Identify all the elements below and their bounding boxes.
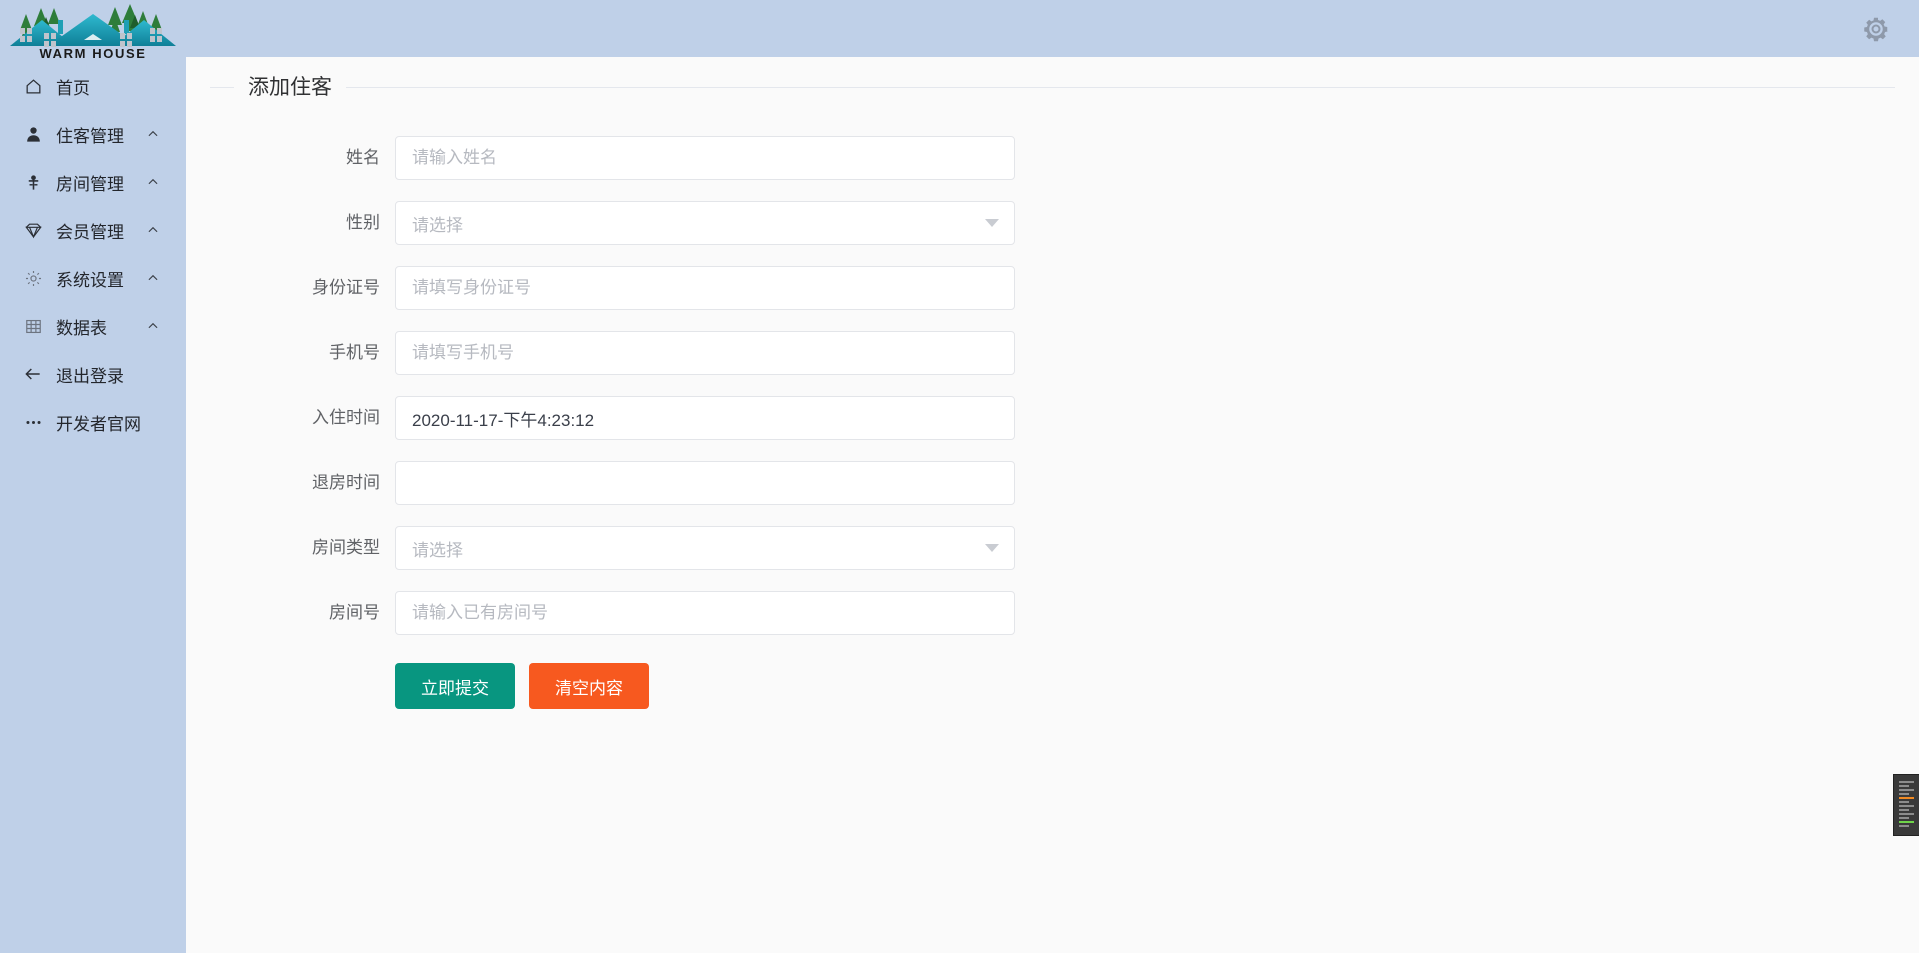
sidebar-item-label: 房间管理 [56, 174, 124, 194]
id-number-input[interactable] [395, 266, 1015, 310]
sidebar: WARM HOUSE 首页 住客管理 房间管理 会员管理 系统设置 数据表 退出… [0, 0, 186, 953]
chevron-up-icon[interactable] [146, 127, 160, 141]
home-icon [22, 75, 44, 97]
form-row: 性别 请选择 [210, 201, 1895, 245]
minimap-line-highlight-orange [1899, 797, 1914, 799]
sidebar-item-label: 数据表 [56, 318, 107, 338]
field-control: 请选择 [395, 201, 1015, 245]
sidebar-item-system-settings[interactable]: 系统设置 [0, 254, 186, 302]
minimap-line [1899, 801, 1909, 803]
table-icon [22, 315, 44, 337]
minimap-line-highlight-green [1899, 821, 1914, 823]
code-minimap-widget[interactable] [1893, 774, 1919, 836]
sidebar-item-room-management[interactable]: 房间管理 [0, 158, 186, 206]
checkout-time-input[interactable] [395, 461, 1015, 505]
chevron-up-icon[interactable] [146, 175, 160, 189]
field-label-id-number: 身份证号 [312, 278, 380, 297]
form-row: 退房时间 [210, 461, 1895, 505]
diamond-icon [22, 219, 44, 241]
field-control [395, 266, 1015, 310]
chevron-up-icon[interactable] [146, 319, 160, 333]
minimap-line [1899, 781, 1914, 783]
field-control: 请选择 [395, 526, 1015, 570]
sidebar-item-member-management[interactable]: 会员管理 [0, 206, 186, 254]
form-row: 入住时间 [210, 396, 1895, 440]
field-control [395, 136, 1015, 180]
sidebar-item-home[interactable]: 首页 [0, 62, 186, 110]
key-icon [22, 171, 44, 193]
sidebar-item-label: 开发者官网 [56, 414, 141, 434]
field-control [395, 396, 1015, 440]
checkin-time-input[interactable] [395, 396, 1015, 440]
minimap-line [1899, 785, 1909, 787]
sidebar-item-label: 退出登录 [56, 366, 124, 386]
sidebar-item-developer-site[interactable]: 开发者官网 [0, 398, 186, 446]
name-input[interactable] [395, 136, 1015, 180]
field-control [395, 591, 1015, 635]
minimap-line [1899, 809, 1909, 811]
house-trees-logo-icon: WARM HOUSE [10, 4, 176, 61]
minimap-line [1899, 789, 1914, 791]
gear-icon [22, 267, 44, 289]
form-row: 房间类型 请选择 [210, 526, 1895, 570]
content-area: 添加住客 姓名 性别 请选择 [186, 57, 1919, 953]
page-title: 添加住客 [234, 74, 346, 102]
form-row: 身份证号 [210, 266, 1895, 310]
form-actions: 立即提交 清空内容 [210, 663, 1895, 709]
chevron-up-icon[interactable] [146, 223, 160, 237]
room-type-select[interactable]: 请选择 [395, 526, 1015, 570]
sidebar-item-label: 首页 [56, 78, 90, 98]
form-row: 房间号 [210, 591, 1895, 635]
reset-button[interactable]: 清空内容 [529, 663, 649, 709]
sidebar-item-data-table[interactable]: 数据表 [0, 302, 186, 350]
field-label-room-type: 房间类型 [312, 538, 380, 557]
app-root: WARM HOUSE 首页 住客管理 房间管理 会员管理 系统设置 数据表 退出… [0, 0, 1919, 953]
sidebar-item-label: 住客管理 [56, 126, 124, 146]
arrow-left-icon [22, 363, 44, 385]
field-control [395, 461, 1015, 505]
top-header [186, 0, 1919, 57]
gender-select[interactable]: 请选择 [395, 201, 1015, 245]
sidebar-item-guest-management[interactable]: 住客管理 [0, 110, 186, 158]
add-guest-panel: 添加住客 姓名 性别 请选择 [210, 74, 1895, 709]
field-label-checkin-time: 入住时间 [312, 408, 380, 427]
field-label-name: 姓名 [346, 148, 380, 167]
minimap-line [1899, 825, 1909, 827]
sidebar-item-label: 系统设置 [56, 270, 124, 290]
form-row: 手机号 [210, 331, 1895, 375]
brand-name: WARM HOUSE [40, 46, 147, 61]
ellipsis-icon [22, 411, 44, 433]
submit-button[interactable]: 立即提交 [395, 663, 515, 709]
field-label-room-number: 房间号 [329, 603, 380, 622]
brand-logo[interactable]: WARM HOUSE [0, 0, 186, 62]
sidebar-item-logout[interactable]: 退出登录 [0, 350, 186, 398]
minimap-line [1899, 817, 1909, 819]
gender-select-value: 请选择 [412, 215, 463, 235]
add-guest-form: 姓名 性别 请选择 身份证号 [210, 114, 1895, 709]
minimap-line [1899, 813, 1914, 815]
form-row: 姓名 [210, 136, 1895, 180]
room-type-select-value: 请选择 [412, 540, 463, 560]
chevron-up-icon[interactable] [146, 271, 160, 285]
field-label-checkout-time: 退房时间 [312, 473, 380, 492]
minimap-line [1899, 805, 1914, 807]
field-control [395, 331, 1015, 375]
sidebar-item-label: 会员管理 [56, 222, 124, 242]
sidebar-menu: 首页 住客管理 房间管理 会员管理 系统设置 数据表 退出登录 开发者官网 [0, 62, 186, 446]
settings-gear-icon[interactable] [1861, 14, 1891, 44]
phone-input[interactable] [395, 331, 1015, 375]
minimap-line [1899, 793, 1909, 795]
field-label-gender: 性别 [346, 213, 380, 232]
user-icon [22, 123, 44, 145]
field-label-phone: 手机号 [329, 343, 380, 362]
room-number-input[interactable] [395, 591, 1015, 635]
